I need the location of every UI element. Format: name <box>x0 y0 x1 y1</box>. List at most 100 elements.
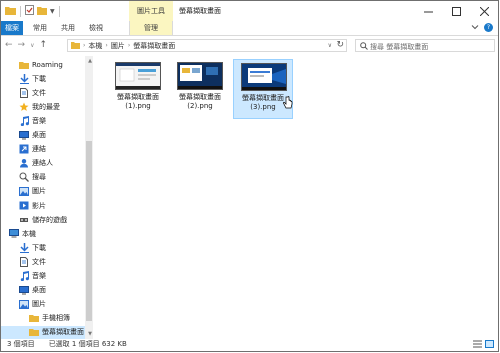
sidebar-item[interactable]: 圖片 <box>1 185 85 198</box>
large-icons-view-icon[interactable] <box>485 340 494 350</box>
address-dropdown-icon[interactable]: ∨ <box>328 42 332 49</box>
minimize-button[interactable] <box>414 1 442 21</box>
nav-buttons: ← → ∨ ↑ <box>5 40 47 50</box>
chevron-right-icon[interactable]: › <box>105 42 107 49</box>
help-icon[interactable]: ? <box>484 23 493 32</box>
tab-home[interactable]: 常用 <box>28 21 52 35</box>
sidebar-item[interactable]: 下載 <box>1 72 85 85</box>
file-name-line: (2).png <box>187 102 213 110</box>
sidebar-item[interactable]: 桌面 <box>1 284 85 297</box>
new-folder-icon[interactable] <box>37 6 47 17</box>
document-icon <box>19 87 29 98</box>
details-view-icon[interactable] <box>473 340 482 350</box>
tab-file[interactable]: 檔案 <box>1 21 23 35</box>
sidebar-item-label: 音樂 <box>32 272 46 280</box>
search-icon <box>19 172 29 183</box>
desktop-icon <box>19 285 29 295</box>
address-bar[interactable]: › 本機 › 圖片 › 螢幕擷取畫面 ∨ ↻ <box>67 39 347 52</box>
search-box[interactable]: 搜尋 螢幕擷取畫面 <box>355 39 495 52</box>
refresh-icon[interactable]: ↻ <box>336 40 344 50</box>
tab-share[interactable]: 共用 <box>56 21 80 35</box>
desktop-icon <box>19 130 29 140</box>
title-bar: ▼ 圖片工具 螢幕擷取畫面 <box>1 1 498 21</box>
music-icon <box>19 271 29 281</box>
up-arrow-icon[interactable]: ↑ <box>40 40 48 50</box>
sidebar-item[interactable]: 音樂 <box>1 114 85 127</box>
pictures-icon <box>19 186 29 196</box>
tab-view[interactable]: 檢視 <box>84 21 108 35</box>
customize-qat-icon[interactable]: ▼ <box>50 8 55 15</box>
sidebar-item-label: 儲存的遊戲 <box>32 215 67 224</box>
folder-icon <box>29 313 39 323</box>
sidebar-item[interactable]: 下載 <box>1 241 85 254</box>
chevron-right-icon[interactable]: › <box>83 42 85 49</box>
sidebar-item-label: 連結 <box>32 145 46 154</box>
sidebar-item-label: 影片 <box>32 201 46 210</box>
sidebar-item[interactable]: Roaming <box>1 58 85 71</box>
sidebar-item[interactable]: 音樂 <box>1 270 85 283</box>
sidebar-item-label: 文件 <box>32 257 46 266</box>
forward-arrow-icon[interactable]: → <box>18 40 26 50</box>
folder-icon <box>19 60 29 70</box>
sidebar-item[interactable]: 圖片 <box>1 298 85 311</box>
window-controls <box>414 1 498 21</box>
maximize-button[interactable] <box>442 1 470 21</box>
chevron-down-icon[interactable] <box>471 23 479 33</box>
file-list: 螢幕擷取畫面 (1).png 螢幕擷取畫面 (2).png 螢幕擷取畫面 (3)… <box>101 56 499 339</box>
selection-info: 已選取 1 個項目 632 KB <box>48 340 127 348</box>
sidebar-item[interactable]: 我的最愛 <box>1 100 85 113</box>
sidebar-item[interactable]: 儲存的遊戲 <box>1 213 85 226</box>
file-name: 螢幕擷取畫面 (2).png <box>170 93 230 111</box>
sidebar-item[interactable]: 本機 <box>1 227 85 240</box>
document-icon <box>19 256 29 267</box>
sidebar-item-label: 我的最愛 <box>32 102 60 111</box>
computer-icon <box>9 229 19 239</box>
breadcrumb-pictures[interactable]: 圖片 <box>111 41 125 51</box>
tab-manage[interactable]: 管理 <box>129 21 173 35</box>
file-name-line: 螢幕擷取畫面 <box>179 93 221 101</box>
folder-icon <box>29 327 39 337</box>
window-title: 螢幕擷取畫面 <box>179 7 221 15</box>
sidebar-item[interactable]: 文件 <box>1 86 85 99</box>
image-thumbnail <box>115 62 161 90</box>
navigation-bar: ← → ∨ ↑ › 本機 › 圖片 › 螢幕擷取畫面 ∨ ↻ 搜尋 螢幕擷取畫面 <box>1 36 498 56</box>
quick-access-toolbar: ▼ <box>5 5 61 17</box>
recent-locations-icon[interactable]: ∨ <box>30 42 34 49</box>
video-icon <box>19 201 29 211</box>
sidebar-item[interactable]: 連結 <box>1 143 85 156</box>
image-thumbnail <box>241 63 287 91</box>
star-icon <box>19 102 29 112</box>
close-button[interactable] <box>470 1 498 21</box>
sidebar-item-label: 文件 <box>32 88 46 97</box>
sidebar-item[interactable]: 文件 <box>1 255 85 268</box>
toolbar-divider <box>58 5 60 17</box>
sidebar-item-label: 桌面 <box>32 286 46 295</box>
status-bar: 3 個項目 已選取 1 個項目 632 KB <box>1 337 498 351</box>
sidebar-item-label: 音樂 <box>32 116 46 125</box>
breadcrumb-screenshots[interactable]: 螢幕擷取畫面 <box>133 41 175 51</box>
music-icon <box>19 115 29 126</box>
sidebar-scroll-thumb[interactable] <box>86 141 92 321</box>
file-item[interactable]: 螢幕擷取畫面 (1).png <box>108 59 168 119</box>
image-thumbnail <box>177 62 223 90</box>
ribbon-tabs: 檔案 常用 共用 檢視 管理 ? <box>1 21 498 36</box>
back-arrow-icon[interactable]: ← <box>5 40 13 50</box>
sidebar-item[interactable]: 搜尋 <box>1 171 85 184</box>
scroll-up-icon[interactable]: ▲ <box>88 58 92 64</box>
sidebar-item-label: 搜尋 <box>32 173 46 182</box>
sidebar-item[interactable]: 影片 <box>1 199 85 212</box>
view-switcher <box>473 340 494 350</box>
sidebar-item[interactable]: 桌面 <box>1 129 85 142</box>
file-name: 螢幕擷取畫面 (1).png <box>108 93 168 111</box>
chevron-right-icon[interactable]: › <box>128 42 130 49</box>
sidebar-item[interactable]: 手機相簿 <box>1 312 85 325</box>
saved-games-icon <box>19 215 29 225</box>
folder-icon <box>5 6 16 17</box>
properties-check-icon[interactable] <box>25 5 34 17</box>
file-item[interactable]: 螢幕擷取畫面 (2).png <box>170 59 230 119</box>
context-group-label: 圖片工具 <box>137 7 165 15</box>
contacts-icon <box>19 158 29 168</box>
sidebar-item[interactable]: 連絡人 <box>1 157 85 170</box>
breadcrumb-this-pc[interactable]: 本機 <box>88 41 102 51</box>
item-count: 3 個項目 <box>7 340 35 348</box>
